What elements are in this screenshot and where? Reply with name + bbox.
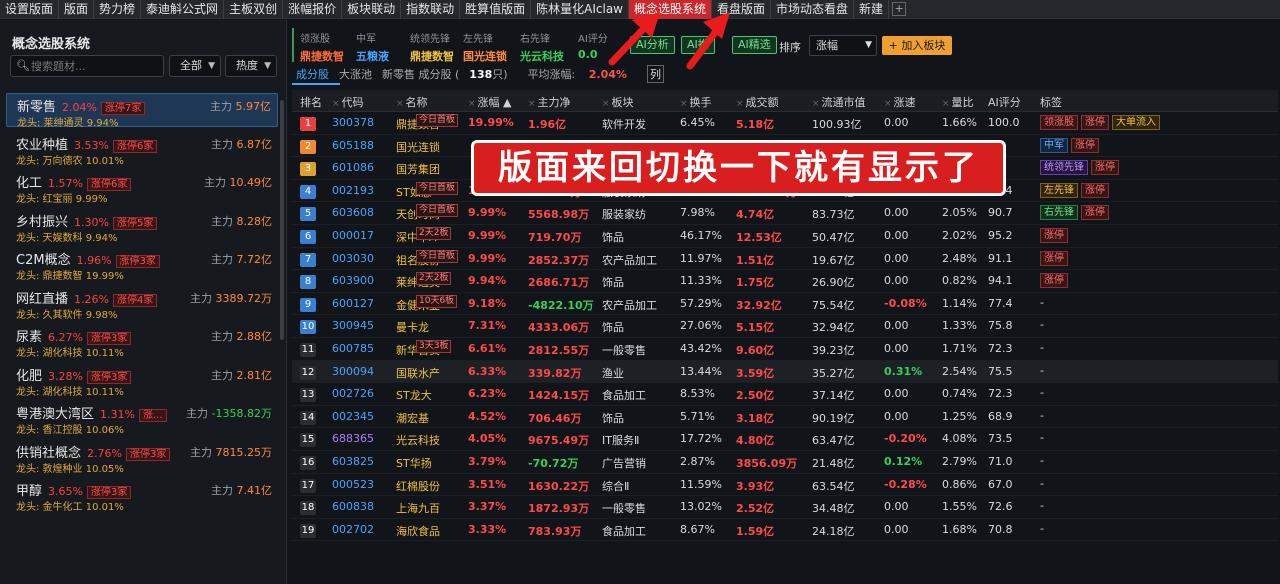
annotation-arrows — [608, 12, 730, 70]
arrow-to-concept-tab — [608, 12, 660, 66]
annotation-banner: 版面来回切换一下就有显示了 — [471, 140, 1006, 196]
arrow-to-watch-tab — [686, 12, 730, 70]
